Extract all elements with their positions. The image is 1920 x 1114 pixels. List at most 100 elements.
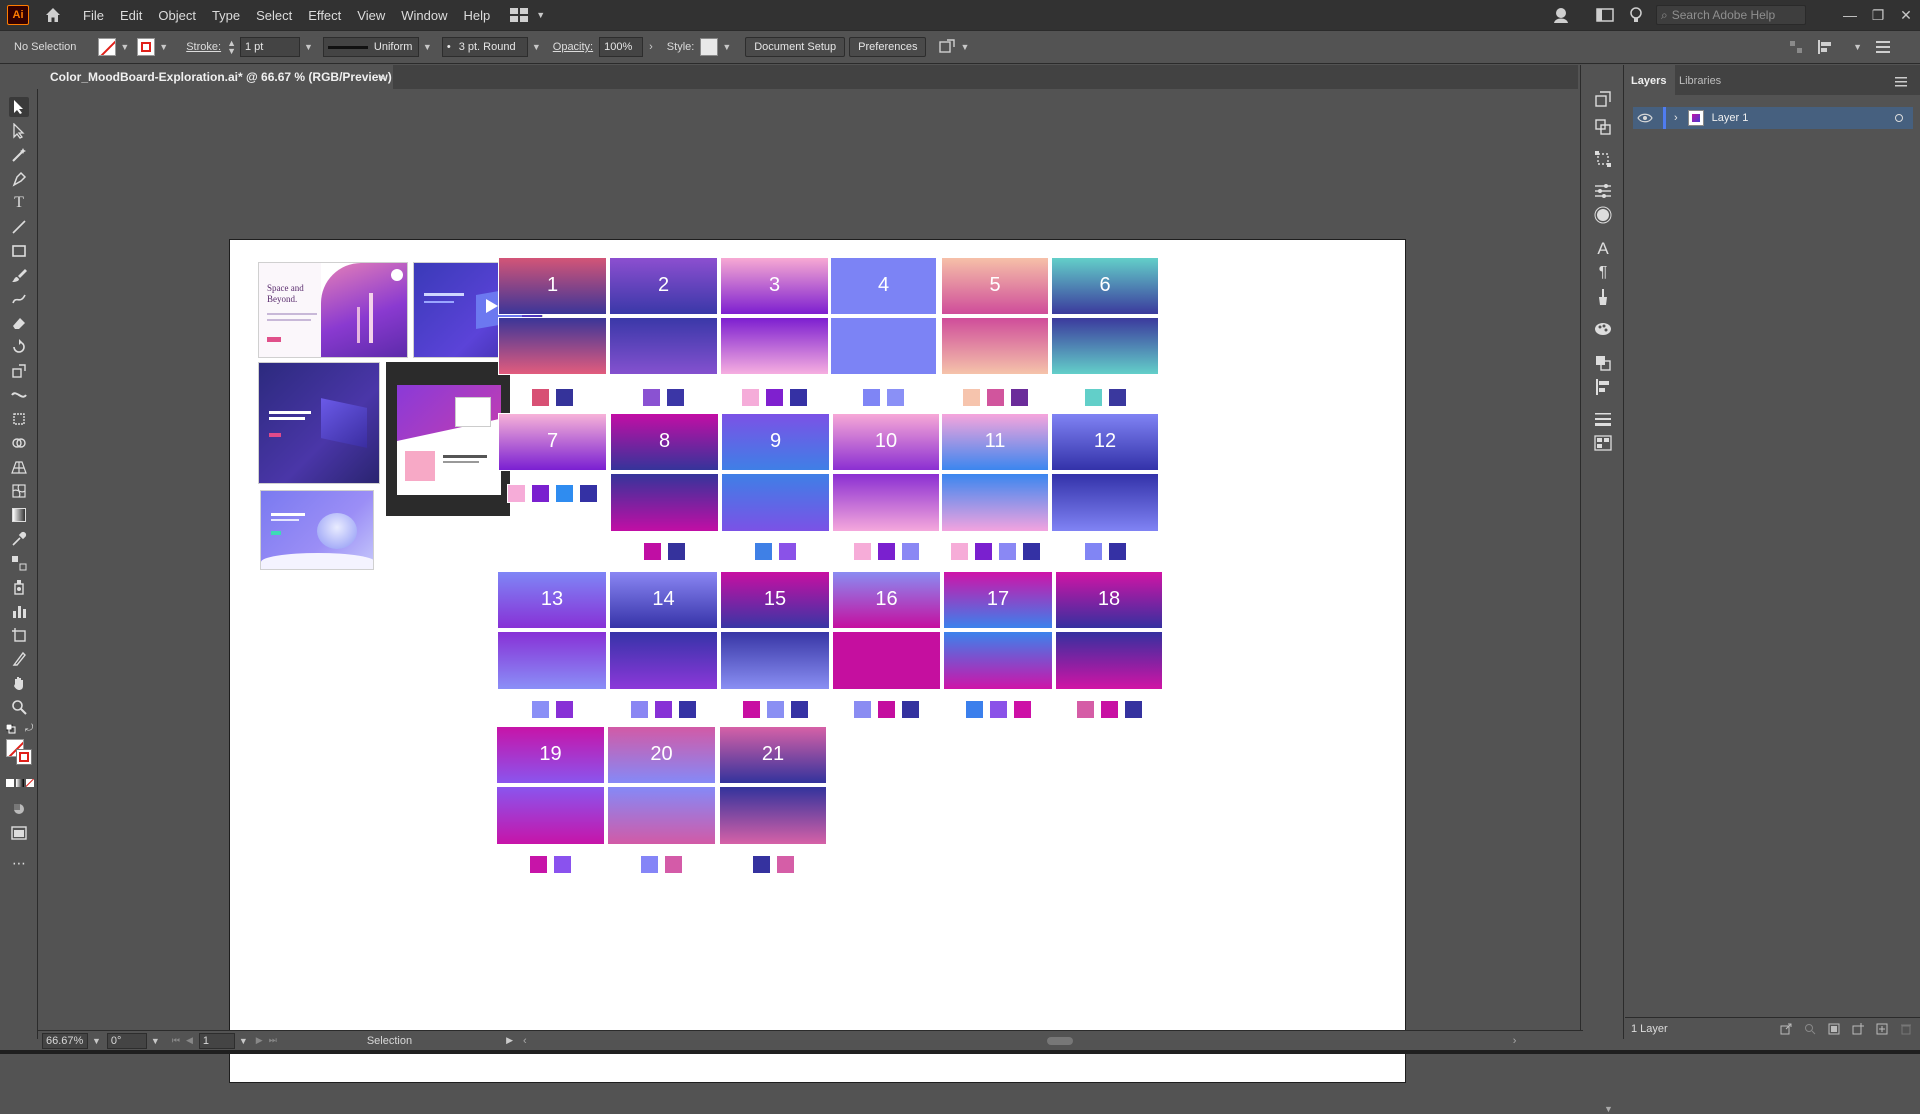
color-chip[interactable] (789, 388, 808, 407)
color-chip[interactable] (949, 542, 969, 561)
color-chip[interactable] (973, 542, 993, 561)
reference-thumbnail-dark-mockup[interactable] (386, 362, 510, 516)
color-chip[interactable] (553, 855, 572, 874)
color-chip[interactable] (1123, 700, 1143, 719)
selection-tool-icon[interactable] (9, 97, 29, 117)
brush-dropdown-icon[interactable]: ▼ (532, 42, 541, 52)
gradient-tile-20-bottom[interactable] (607, 786, 716, 845)
color-chip[interactable] (988, 700, 1008, 719)
next-artboard-icon[interactable]: ▶ (256, 1035, 263, 1046)
line-segment-tool-icon[interactable] (9, 217, 29, 237)
color-chip[interactable] (654, 700, 673, 719)
gradient-tile-13-top[interactable]: 13 (497, 571, 607, 629)
gradient-tile-2-bottom[interactable] (609, 317, 718, 375)
color-chip[interactable] (1083, 542, 1103, 561)
edit-toolbar-icon[interactable]: ⋯ (9, 853, 29, 873)
reference-thumbnail-space[interactable]: Space and Beyond. (258, 262, 408, 358)
menu-effect[interactable]: Effect (308, 8, 341, 23)
swatches-panel-icon[interactable] (1593, 433, 1613, 453)
color-chip[interactable] (1083, 388, 1103, 407)
fill-dropdown-icon[interactable]: ▼ (120, 42, 129, 52)
color-chip[interactable] (997, 542, 1017, 561)
brush-definition[interactable]: • 3 pt. Round (441, 37, 528, 57)
hand-tool-icon[interactable] (9, 673, 29, 693)
color-chip[interactable] (778, 542, 797, 561)
gradient-tile-18-top[interactable]: 18 (1055, 571, 1163, 629)
color-chip[interactable] (554, 700, 574, 719)
gradient-tile-4-top[interactable]: 4 (830, 257, 937, 315)
slice-tool-icon[interactable] (9, 649, 29, 669)
align-panel-icon[interactable] (1593, 377, 1613, 397)
color-chip[interactable] (1009, 388, 1029, 407)
make-clipping-mask-icon[interactable] (1828, 1023, 1840, 1035)
color-chip[interactable] (678, 700, 697, 719)
gradient-tile-3-top[interactable]: 3 (720, 257, 829, 315)
gradient-tile-5-top[interactable]: 5 (941, 257, 1049, 315)
menu-window[interactable]: Window (401, 8, 447, 23)
zoom-level-field[interactable]: 66.67% (42, 1032, 88, 1049)
color-chip[interactable] (1099, 700, 1119, 719)
preferences-button[interactable]: Preferences (849, 37, 927, 57)
color-chip[interactable] (630, 700, 649, 719)
menu-help[interactable]: Help (463, 8, 490, 23)
last-artboard-icon[interactable]: ⏭ (269, 1035, 277, 1046)
scroll-right-icon[interactable]: › (1513, 1035, 1517, 1047)
eyedropper-tool-icon[interactable] (9, 529, 29, 549)
swap-colors-icon[interactable]: ⤾ (25, 723, 35, 734)
expand-layer-chevron-icon[interactable]: › (1674, 112, 1678, 124)
color-chip[interactable] (579, 484, 598, 503)
color-chip[interactable] (754, 542, 773, 561)
gradient-tile-1-bottom[interactable] (498, 317, 607, 375)
color-chip[interactable] (900, 542, 920, 561)
gradient-tile-19-top[interactable]: 19 (496, 726, 605, 784)
color-chip[interactable] (852, 542, 872, 561)
stroke-panel-icon[interactable] (1593, 409, 1613, 429)
color-chip[interactable] (741, 388, 760, 407)
new-sublayer-icon[interactable] (1852, 1022, 1864, 1035)
tab-libraries[interactable]: Libraries (1679, 75, 1721, 87)
variable-width-profile[interactable]: Uniform (322, 37, 419, 57)
color-chip[interactable] (1075, 700, 1095, 719)
paintbrush-tool-icon[interactable] (9, 265, 29, 285)
symbol-sprayer-tool-icon[interactable] (9, 577, 29, 597)
color-chip[interactable] (964, 700, 984, 719)
panel-menu-icon[interactable] (1876, 41, 1890, 53)
graphic-style-swatch[interactable] (700, 38, 719, 56)
gradient-tile-17-top[interactable]: 17 (943, 571, 1053, 629)
rotation-field[interactable]: 0° (106, 1032, 147, 1049)
user-account-icon[interactable] (1552, 5, 1572, 25)
gradient-tile-2-top[interactable]: 2 (609, 257, 718, 315)
transform-panel-icon[interactable] (1593, 149, 1613, 169)
color-chip[interactable] (1107, 542, 1127, 561)
zoom-dropdown-icon[interactable]: ▼ (92, 1036, 101, 1046)
color-chip[interactable] (877, 700, 896, 719)
color-mode-buttons[interactable] (6, 779, 34, 787)
color-mode-icon[interactable] (6, 779, 14, 787)
stroke-weight-field[interactable]: 1 pt (240, 37, 300, 57)
fill-swatch[interactable] (98, 38, 117, 56)
gradient-tile-15-top[interactable]: 15 (720, 571, 830, 629)
blend-tool-icon[interactable] (9, 553, 29, 573)
gradient-tile-4-bottom[interactable] (830, 317, 937, 375)
export-icon[interactable] (1780, 1023, 1792, 1035)
gradient-tile-7-top[interactable]: 7 (498, 413, 607, 471)
transform-icon[interactable] (1789, 40, 1803, 54)
gradient-tile-10-top[interactable]: 10 (832, 413, 940, 471)
home-icon[interactable] (43, 5, 63, 25)
column-graph-tool-icon[interactable] (9, 601, 29, 621)
tab-layers[interactable]: Layers (1631, 75, 1666, 87)
shape-builder-tool-icon[interactable] (9, 433, 29, 453)
menu-select[interactable]: Select (256, 8, 292, 23)
gradient-tile-16-top[interactable]: 16 (832, 571, 941, 629)
artboard-navigation-field[interactable]: 1 (198, 1032, 235, 1049)
menu-view[interactable]: View (357, 8, 385, 23)
gradient-tile-19-bottom[interactable] (496, 786, 605, 845)
eraser-tool-icon[interactable] (9, 313, 29, 333)
gradient-tile-9-top[interactable]: 9 (721, 413, 830, 471)
rotate-tool-icon[interactable] (9, 337, 29, 357)
artboard[interactable]: Space and Beyond. 1 2 3 4 5 6 7 8 9 10 1… (229, 239, 1406, 1083)
gradient-tile-11-top[interactable]: 11 (941, 413, 1049, 471)
color-chip[interactable] (741, 700, 761, 719)
layer-name[interactable]: Layer 1 (1712, 112, 1749, 124)
locate-object-icon[interactable] (1804, 1023, 1816, 1035)
